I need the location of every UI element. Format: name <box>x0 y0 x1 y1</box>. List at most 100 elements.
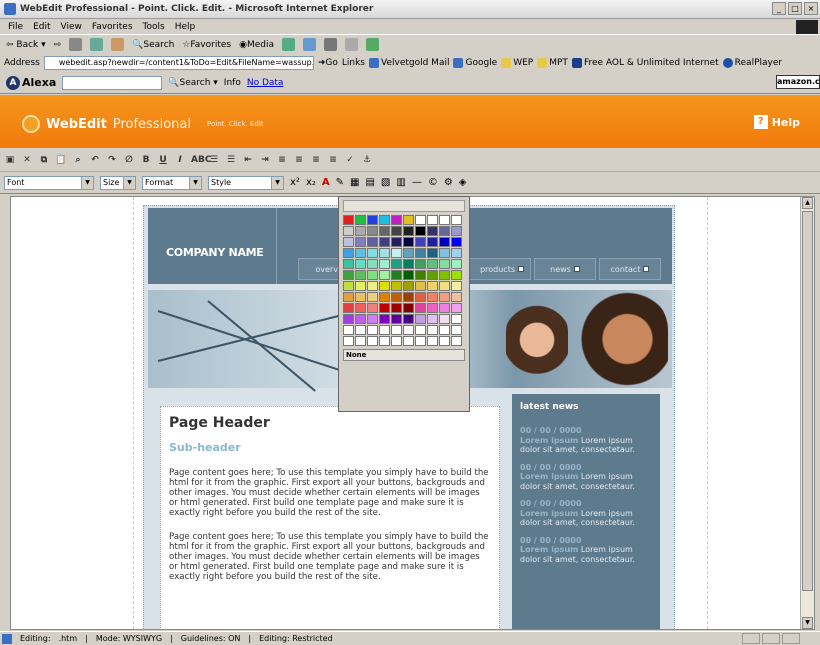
color-swatch[interactable] <box>391 215 402 225</box>
sub-header[interactable]: Sub-header <box>169 441 491 454</box>
color-swatch[interactable] <box>355 336 366 346</box>
table-icon[interactable]: ▦ <box>350 177 359 188</box>
color-swatch[interactable] <box>451 325 462 335</box>
bold-icon[interactable]: B <box>140 154 152 166</box>
link-icon[interactable]: ∅ <box>123 154 135 166</box>
color-swatch[interactable] <box>415 281 426 291</box>
alexa-search-input[interactable] <box>62 75 163 90</box>
color-swatch[interactable] <box>379 336 390 346</box>
content-paragraph[interactable]: Page content goes here; To use this temp… <box>169 468 491 518</box>
home-icon[interactable] <box>111 38 125 51</box>
indent-icon[interactable]: ⇥ <box>259 154 271 166</box>
color-swatch[interactable] <box>391 226 402 236</box>
format-select[interactable]: Format <box>142 175 202 190</box>
news-item[interactable]: 00 / 00 / 0000 Lorem ipsum Lorem ipsum do… <box>520 463 652 492</box>
color-swatch[interactable] <box>343 303 354 313</box>
layer-icon[interactable]: ▤ <box>365 177 374 188</box>
color-swatch[interactable] <box>367 325 378 335</box>
color-swatch[interactable] <box>343 215 354 225</box>
color-swatch[interactable] <box>439 281 450 291</box>
color-swatch[interactable] <box>355 314 366 324</box>
form-icon[interactable]: ▥ <box>396 177 405 188</box>
color-swatch[interactable] <box>451 237 462 247</box>
color-swatch[interactable] <box>391 292 402 302</box>
color-swatch[interactable] <box>415 303 426 313</box>
color-swatch[interactable] <box>379 314 390 324</box>
color-swatch[interactable] <box>451 226 462 236</box>
color-swatch[interactable] <box>427 314 438 324</box>
color-swatch[interactable] <box>427 292 438 302</box>
color-swatch[interactable] <box>451 215 462 225</box>
menu-edit[interactable]: Edit <box>33 22 50 32</box>
color-swatch[interactable] <box>403 325 414 335</box>
amazon-button[interactable]: amazon.com <box>776 75 820 89</box>
messenger-icon[interactable] <box>365 38 379 51</box>
color-swatch[interactable] <box>343 259 354 269</box>
color-swatch[interactable] <box>451 336 462 346</box>
color-swatch[interactable] <box>415 336 426 346</box>
color-swatch[interactable] <box>415 314 426 324</box>
link-wep[interactable]: WEP <box>501 58 533 68</box>
menu-favorites[interactable]: Favorites <box>92 22 133 32</box>
justify-icon[interactable]: ≡ <box>327 154 339 166</box>
color-swatch[interactable] <box>403 336 414 346</box>
favorites-button[interactable]: ☆Favorites <box>182 40 231 50</box>
color-swatch[interactable] <box>367 248 378 258</box>
style-select[interactable]: Style <box>208 175 284 190</box>
color-swatch[interactable] <box>355 292 366 302</box>
color-swatch[interactable] <box>343 336 354 346</box>
color-swatch[interactable] <box>379 226 390 236</box>
preview-icon[interactable]: ◈ <box>459 177 467 188</box>
color-swatch[interactable] <box>427 237 438 247</box>
color-swatch[interactable] <box>379 237 390 247</box>
mail-icon[interactable] <box>302 38 316 51</box>
color-swatch[interactable] <box>391 270 402 280</box>
color-swatch[interactable] <box>427 336 438 346</box>
find-icon[interactable]: ⌕ <box>72 154 84 166</box>
color-swatch[interactable] <box>439 248 450 258</box>
color-swatch[interactable] <box>439 226 450 236</box>
no-color-button[interactable]: None <box>343 349 465 361</box>
cut-icon[interactable]: ✕ <box>21 154 33 166</box>
link-velvetgold[interactable]: Velvetgold Mail <box>369 58 449 68</box>
color-swatch[interactable] <box>391 336 402 346</box>
color-swatch[interactable] <box>355 270 366 280</box>
menu-file[interactable]: File <box>8 22 23 32</box>
color-swatch[interactable] <box>379 215 390 225</box>
news-panel[interactable]: latest news 00 / 00 / 0000 Lorem ipsum Lo… <box>512 394 660 629</box>
color-swatch[interactable] <box>367 226 378 236</box>
color-swatch[interactable] <box>439 237 450 247</box>
color-swatch[interactable] <box>343 248 354 258</box>
menu-view[interactable]: View <box>61 22 82 32</box>
nav-news[interactable]: news <box>534 258 596 280</box>
color-swatch[interactable] <box>415 325 426 335</box>
color-swatch[interactable] <box>355 325 366 335</box>
color-swatch[interactable] <box>367 336 378 346</box>
highlight-icon[interactable]: ✎ <box>336 177 344 188</box>
color-swatch[interactable] <box>427 259 438 269</box>
font-select[interactable]: Font <box>4 175 94 190</box>
scroll-down-icon[interactable]: ▼ <box>802 617 813 629</box>
link-google[interactable]: Google <box>453 58 497 68</box>
maximize-button[interactable]: □ <box>788 2 802 15</box>
color-swatch[interactable] <box>355 281 366 291</box>
link-aol[interactable]: Free AOL & Unlimited Internet <box>571 58 719 68</box>
align-center-icon[interactable]: ≡ <box>293 154 305 166</box>
link-mpt[interactable]: MPT <box>537 58 568 68</box>
color-swatch[interactable] <box>439 215 450 225</box>
spellcheck-icon[interactable]: ✓ <box>344 154 356 166</box>
color-swatch[interactable] <box>451 303 462 313</box>
alexa-search-button[interactable]: 🔍Search ▾ <box>168 78 218 88</box>
forward-icon[interactable]: ⇨ <box>54 40 62 50</box>
color-swatch[interactable] <box>391 259 402 269</box>
color-swatch[interactable] <box>427 226 438 236</box>
color-swatch[interactable] <box>415 259 426 269</box>
color-swatch[interactable] <box>379 325 390 335</box>
color-swatch[interactable] <box>379 292 390 302</box>
copy-icon[interactable]: ⧉ <box>38 154 50 166</box>
color-swatch[interactable] <box>403 215 414 225</box>
color-swatch[interactable] <box>379 248 390 258</box>
color-swatch[interactable] <box>403 248 414 258</box>
edit-icon[interactable] <box>344 38 358 51</box>
color-swatch[interactable] <box>427 303 438 313</box>
